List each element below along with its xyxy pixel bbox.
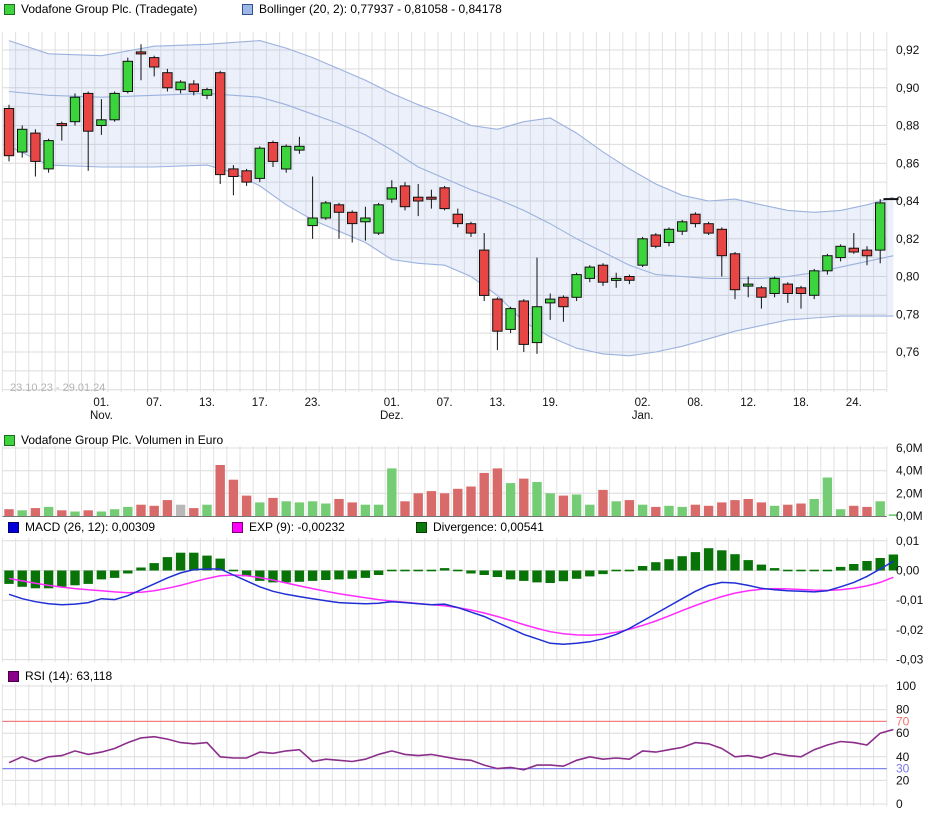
svg-text:2,0M: 2,0M (896, 486, 923, 500)
legend-row-volume: Vodafone Group Plc. Volumen in Euro (4, 433, 223, 447)
svg-text:0: 0 (896, 797, 903, 811)
svg-text:0,00: 0,00 (896, 564, 920, 578)
bollinger-color-swatch-icon (242, 4, 253, 15)
svg-text:100: 100 (896, 679, 916, 693)
svg-text:6,0M: 6,0M (896, 441, 923, 455)
stock-chart-page: { "legends": { "symbol": "Vodafone Group… (0, 0, 940, 814)
legend-exp: EXP (9): -0,00232 (232, 520, 345, 534)
svg-text:23.: 23. (305, 397, 321, 409)
svg-text:07.: 07. (146, 397, 162, 409)
legend-rsi: RSI (14): 63,118 (8, 669, 112, 683)
svg-text:-0,02: -0,02 (896, 623, 924, 637)
svg-text:12.: 12. (740, 397, 756, 409)
legend-bollinger-label: Bollinger (20, 2): 0,77937 - 0,81058 - 0… (259, 2, 502, 16)
exp-color-swatch-icon (232, 522, 243, 533)
legend-macd-label: MACD (26, 12): 0,00309 (25, 520, 155, 534)
svg-text:0,86: 0,86 (896, 156, 920, 170)
svg-text:02.: 02. (635, 397, 651, 409)
svg-text:18.: 18. (793, 397, 809, 409)
svg-text:23.10.23 - 29.01.24: 23.10.23 - 29.01.24 (10, 382, 105, 394)
svg-text:-0,03: -0,03 (896, 653, 924, 667)
legend-exp-label: EXP (9): -0,00232 (249, 520, 345, 534)
svg-text:0,0M: 0,0M (896, 509, 923, 523)
legend-macd: MACD (26, 12): 0,00309 (8, 520, 155, 534)
svg-text:17.: 17. (252, 397, 268, 409)
svg-text:0,01: 0,01 (896, 534, 920, 548)
chart-canvas[interactable]: 23.10.23 - 29.01.2401.Nov.07.13.17.23.01… (0, 0, 940, 814)
svg-text:-0,01: -0,01 (896, 593, 924, 607)
svg-text:0,76: 0,76 (896, 345, 920, 359)
svg-text:0,78: 0,78 (896, 307, 920, 321)
svg-text:13.: 13. (489, 397, 505, 409)
svg-text:0,80: 0,80 (896, 270, 920, 284)
legend-rsi-label: RSI (14): 63,118 (25, 669, 112, 683)
legend-volume-label: Vodafone Group Plc. Volumen in Euro (21, 433, 223, 447)
svg-text:60: 60 (896, 726, 910, 740)
svg-text:0,92: 0,92 (896, 43, 920, 57)
legend-divergence: Divergence: 0,00541 (416, 520, 544, 534)
legend-bollinger: Bollinger (20, 2): 0,77937 - 0,81058 - 0… (242, 2, 502, 16)
rsi-color-swatch-icon (8, 671, 19, 682)
svg-text:0,82: 0,82 (896, 232, 920, 246)
svg-text:Nov.: Nov. (90, 410, 113, 422)
svg-text:Dez.: Dez. (380, 410, 404, 422)
svg-text:20: 20 (896, 773, 910, 787)
svg-text:07.: 07. (437, 397, 453, 409)
symbol-color-swatch-icon (4, 4, 15, 15)
svg-text:Jan.: Jan. (632, 410, 654, 422)
legend-row-macd: MACD (26, 12): 0,00309 EXP (9): -0,00232… (8, 520, 155, 534)
svg-text:4,0M: 4,0M (896, 464, 923, 478)
svg-text:19.: 19. (542, 397, 558, 409)
volume-color-swatch-icon (4, 435, 15, 446)
svg-text:01.: 01. (384, 397, 400, 409)
svg-text:01.: 01. (93, 397, 109, 409)
legend-row-rsi: RSI (14): 63,118 (8, 669, 112, 683)
legend-symbol-label: Vodafone Group Plc. (Tradegate) (21, 2, 197, 16)
legend-row-main: Vodafone Group Plc. (Tradegate) Bollinge… (4, 2, 197, 16)
legend-divergence-label: Divergence: 0,00541 (433, 520, 544, 534)
svg-text:13.: 13. (199, 397, 215, 409)
svg-text:0,84: 0,84 (896, 194, 920, 208)
legend-volume: Vodafone Group Plc. Volumen in Euro (4, 433, 223, 447)
svg-text:08.: 08. (687, 397, 703, 409)
svg-text:0,88: 0,88 (896, 119, 920, 133)
macd-color-swatch-icon (8, 522, 19, 533)
divergence-color-swatch-icon (416, 522, 427, 533)
svg-text:0,90: 0,90 (896, 81, 920, 95)
legend-main-symbol: Vodafone Group Plc. (Tradegate) (4, 2, 197, 16)
svg-text:24.: 24. (846, 397, 862, 409)
